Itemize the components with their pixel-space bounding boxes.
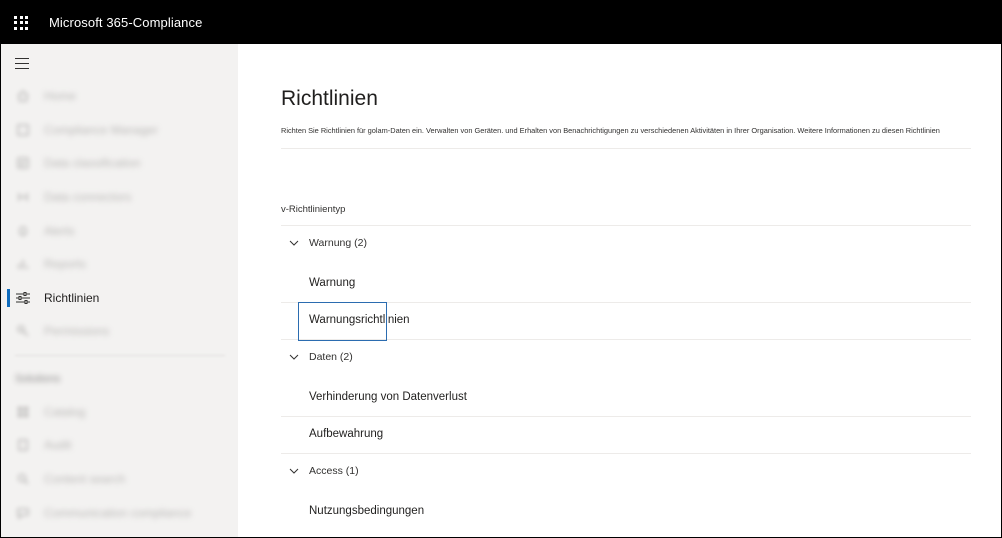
- nav-item-label: Data classification: [44, 156, 141, 170]
- group-row-daten[interactable]: Daten (2): [281, 339, 971, 375]
- nav-item-audit[interactable]: Audit: [1, 430, 238, 460]
- policies-sliders-icon: [15, 290, 31, 306]
- nav-item-data-classification[interactable]: Data classification: [1, 148, 238, 178]
- policy-item-label[interactable]: Warnung: [309, 277, 355, 289]
- chevron-down-icon[interactable]: [289, 466, 299, 476]
- nav-item-label: Communication compliance: [44, 506, 192, 520]
- catalog-icon: [15, 404, 31, 420]
- nav-divider: [15, 355, 225, 356]
- app-window: Microsoft 365-Compliance Home Compliance…: [0, 0, 1002, 538]
- group-row-warnung[interactable]: Warnung (2): [281, 225, 971, 261]
- main-content: Richtlinien Richten Sie Richtlinien für …: [238, 44, 1001, 537]
- content-search-icon: [15, 471, 31, 487]
- policy-row-aufbewahrung[interactable]: Aufbewahrung: [281, 416, 971, 452]
- nav-item-label: Data connectors: [44, 190, 132, 204]
- nav-item-label: Compliance Manager: [44, 123, 159, 137]
- app-launcher-icon: [14, 15, 28, 30]
- audit-icon: [15, 437, 31, 453]
- app-title[interactable]: Microsoft 365-Compliance: [49, 15, 202, 30]
- chevron-down-icon[interactable]: [289, 238, 299, 248]
- nav-item-label: Audit: [44, 438, 72, 452]
- app-launcher-button[interactable]: [1, 1, 41, 44]
- nav-item-label: Richtlinien: [44, 291, 100, 305]
- nav-item-home[interactable]: Home: [1, 81, 238, 111]
- compliance-manager-icon: [15, 122, 31, 138]
- nav-item-label: Reports: [44, 257, 87, 271]
- home-icon: [15, 88, 31, 104]
- top-bar: Microsoft 365-Compliance: [1, 1, 1001, 44]
- nav-item-permissions[interactable]: Permissions: [1, 316, 238, 346]
- nav-item-label: Permissions: [44, 324, 110, 338]
- policy-row-warnungsrichtlinien[interactable]: Warnungsrichtlinien: [281, 302, 971, 338]
- group-label: Daten (2): [309, 351, 353, 363]
- policy-row-dlp[interactable]: Verhinderung von Datenverlust: [281, 380, 971, 416]
- hamburger-icon[interactable]: [15, 58, 29, 69]
- nav-item-label: Catalog: [44, 405, 86, 419]
- policy-row-nutzungsbedingungen[interactable]: Nutzungsbedingungen: [281, 494, 971, 530]
- reports-icon: [15, 256, 31, 272]
- nav-item-label: Alerts: [44, 224, 75, 238]
- nav-item-reports[interactable]: Reports: [1, 249, 238, 279]
- nav-item-communication-compliance[interactable]: Communication compliance: [1, 498, 238, 528]
- active-indicator: [7, 289, 10, 307]
- column-header-policy-type[interactable]: v-Richtlinientyp: [281, 204, 345, 215]
- nav-item-alerts[interactable]: Alerts: [1, 216, 238, 246]
- chevron-down-icon[interactable]: [289, 352, 299, 362]
- nav-item-content-search[interactable]: Content search: [1, 464, 238, 494]
- nav-item-catalog[interactable]: Catalog: [1, 397, 238, 427]
- page-description: Richten Sie Richtlinien für golam-Daten …: [281, 126, 940, 135]
- alerts-icon: [15, 223, 31, 239]
- policy-item-label[interactable]: Warnungsrichtlinien: [309, 314, 410, 326]
- communication-compliance-icon: [15, 505, 31, 521]
- nav-item-label: Home: [44, 89, 77, 103]
- policy-item-label[interactable]: Aufbewahrung: [309, 428, 383, 440]
- divider: [281, 148, 971, 149]
- data-classification-icon: [15, 155, 31, 171]
- policy-item-label[interactable]: Verhinderung von Datenverlust: [309, 391, 467, 403]
- policy-row-warnung[interactable]: Warnung: [281, 266, 971, 302]
- nav-item-label: Content search: [44, 472, 126, 486]
- nav-item-richtlinien[interactable]: Richtlinien: [1, 283, 238, 313]
- left-navigation: Home Compliance Manager Data classificat…: [1, 44, 238, 537]
- page-title: Richtlinien: [281, 87, 378, 110]
- group-label: Access (1): [309, 465, 359, 477]
- group-label: Warnung (2): [309, 237, 367, 249]
- policy-item-label[interactable]: Nutzungsbedingungen: [309, 505, 424, 517]
- nav-item-data-connectors[interactable]: Data connectors: [1, 182, 238, 212]
- permissions-icon: [15, 323, 31, 339]
- group-row-access[interactable]: Access (1): [281, 453, 971, 489]
- nav-section-title: Solutions: [15, 373, 61, 385]
- data-connectors-icon: [15, 189, 31, 205]
- nav-item-compliance-manager[interactable]: Compliance Manager: [1, 115, 238, 145]
